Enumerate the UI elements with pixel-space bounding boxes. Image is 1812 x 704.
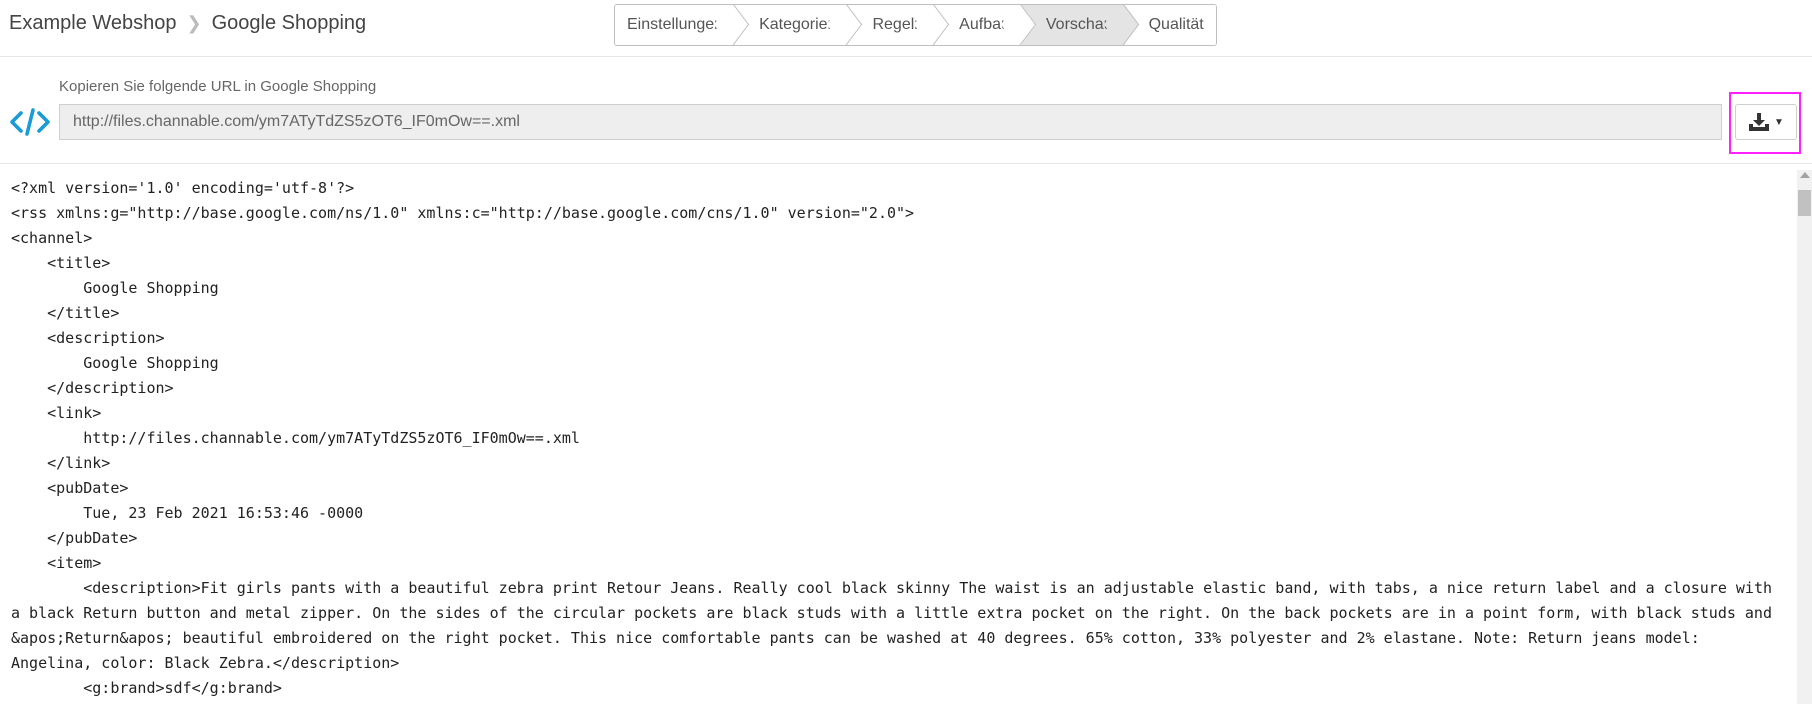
wizard-step-einstellungen[interactable]: Einstellungen: [615, 5, 736, 45]
xml-line: </title>: [11, 304, 120, 322]
xml-line: <rss xmlns:g="http://base.google.com/ns/…: [11, 204, 915, 222]
xml-line: <g:brand>sdf</g:brand>: [11, 679, 282, 697]
breadcrumb-current-page: Google Shopping: [211, 12, 367, 34]
top-bar: Example Webshop ❯ Google Shopping Einstell…: [0, 0, 1812, 57]
download-icon: [1749, 113, 1770, 131]
xml-line: <item>: [11, 554, 102, 572]
wizard-step-kategorien[interactable]: Kategorien: [735, 5, 849, 45]
wizard-steps: Einstellungen Kategorien Regeln Aufbau Vorsc…: [614, 4, 1217, 46]
xml-line: </pubDate>: [11, 529, 138, 547]
scrollbar-thumb[interactable]: [1798, 190, 1811, 216]
vertical-scrollbar[interactable]: [1797, 170, 1812, 704]
url-label: Kopieren Sie folgende URL in Google Shop…: [59, 78, 377, 95]
xml-line: <title>: [11, 254, 111, 272]
section-divider: [0, 163, 1812, 164]
caret-down-icon: ▼: [1774, 116, 1784, 128]
scroll-up-arrow-icon[interactable]: [1800, 172, 1810, 178]
xml-line: Google Shopping: [11, 354, 219, 372]
xml-line: <?xml version='1.0' encoding='utf-8'?>: [11, 179, 355, 197]
xml-line: <description>Fit girls pants with a beau…: [11, 579, 1782, 672]
xml-line: <channel>: [11, 229, 93, 247]
download-dropdown-button[interactable]: ▼: [1735, 104, 1797, 140]
chevron-right-icon: ❯: [186, 13, 202, 33]
xml-line: Tue, 23 Feb 2021 16:53:46 -0000: [11, 504, 364, 522]
feed-url-input[interactable]: [59, 104, 1722, 140]
xml-line: <description>: [11, 329, 165, 347]
code-icon: [10, 108, 50, 136]
xml-preview: <?xml version='1.0' encoding='utf-8'?> <r…: [11, 176, 1775, 701]
breadcrumb-shop-link[interactable]: Example Webshop: [9, 12, 177, 34]
wizard-step-vorschau[interactable]: Vorschau: [1021, 5, 1125, 45]
xml-line: <pubDate>: [11, 479, 129, 497]
xml-line: http://files.channable.com/ym7ATyTdZS5zO…: [11, 429, 580, 447]
xml-line: </link>: [11, 454, 111, 472]
xml-line: Google Shopping: [11, 279, 219, 297]
xml-line: <link>: [11, 404, 102, 422]
breadcrumb: Example Webshop ❯ Google Shopping: [9, 12, 366, 35]
xml-line: </description>: [11, 379, 174, 397]
